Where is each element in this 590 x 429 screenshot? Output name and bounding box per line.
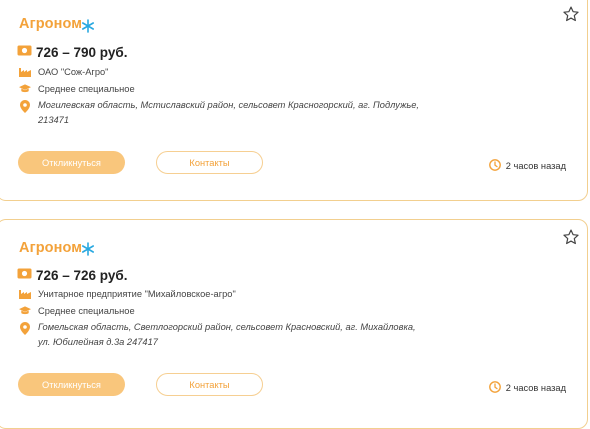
salary-row: 726 – 790 руб.	[17, 43, 127, 61]
company-row: ОАО "Сож-Агро"	[19, 65, 108, 80]
company-name: ОАО "Сож-Агро"	[38, 67, 109, 77]
address-row: Гомельская область, Светлогорский район,…	[19, 320, 428, 350]
favorite-star-icon[interactable]	[562, 228, 580, 251]
factory-icon	[19, 287, 31, 299]
location-pin-icon	[19, 320, 31, 335]
education-text: Среднее специальное	[38, 306, 135, 316]
vacancy-title[interactable]: Агроном	[19, 240, 82, 256]
factory-icon	[19, 65, 31, 77]
apply-button[interactable]: Откликнуться	[18, 151, 125, 174]
money-icon	[17, 266, 32, 284]
vacancy-card[interactable]: Агроном 726 – 790 руб. ОАО "Сож-Агро" Ср…	[0, 0, 588, 201]
salary-text: 726 – 726 руб.	[36, 267, 128, 283]
education-row: Среднее специальное	[19, 82, 135, 97]
vacancy-card[interactable]: Агроном 726 – 726 руб. Унитарное предпри…	[0, 219, 588, 429]
location-pin-icon	[19, 98, 31, 113]
posted-time-text: 2 часов назад	[505, 383, 566, 393]
graduation-cap-icon	[19, 82, 31, 94]
company-name: Унитарное предприятие "Михайловское-агро…	[38, 289, 236, 299]
education-row: Среднее специальное	[19, 304, 135, 319]
snowflake-icon	[81, 19, 95, 38]
address-row: Могилевская область, Мстиславский район,…	[19, 98, 428, 128]
favorite-star-icon[interactable]	[562, 5, 580, 28]
posted-time: 2 часов назад	[488, 381, 566, 395]
posted-time: 2 часов назад	[488, 159, 566, 173]
apply-button[interactable]: Откликнуться	[18, 373, 125, 396]
clock-icon	[488, 159, 501, 173]
money-icon	[17, 43, 32, 61]
salary-text: 726 – 790 руб.	[36, 44, 128, 60]
clock-icon	[488, 381, 501, 395]
vacancy-title[interactable]: Агроном	[19, 16, 82, 32]
contacts-button[interactable]: Контакты	[156, 151, 263, 174]
snowflake-icon	[81, 242, 95, 261]
contacts-button[interactable]: Контакты	[156, 373, 263, 396]
education-text: Среднее специальное	[38, 84, 135, 94]
graduation-cap-icon	[19, 304, 31, 316]
address-text: Гомельская область, Светлогорский район,…	[38, 322, 416, 347]
company-row: Унитарное предприятие "Михайловское-агро…	[19, 287, 236, 302]
salary-row: 726 – 726 руб.	[17, 266, 127, 284]
address-text: Могилевская область, Мстиславский район,…	[38, 100, 420, 125]
posted-time-text: 2 часов назад	[505, 161, 566, 171]
